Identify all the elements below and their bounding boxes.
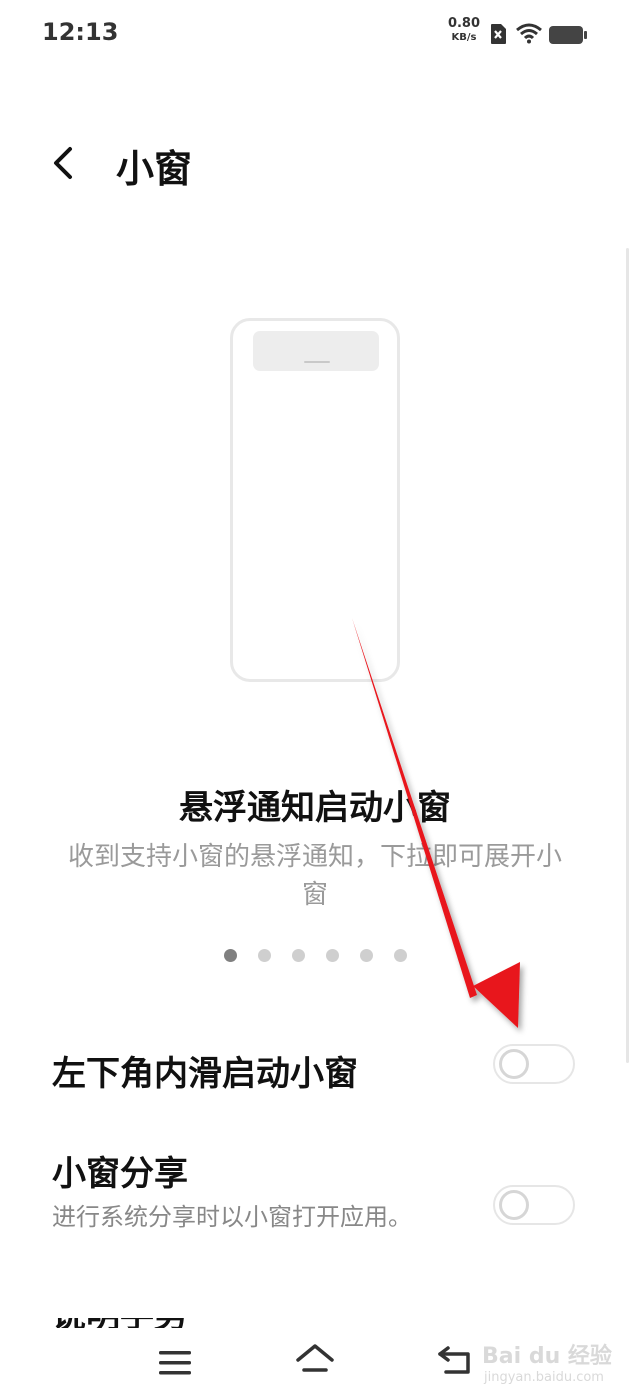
network-speed: 0.80 KB/s [444, 16, 484, 44]
feature-description: 收到支持小窗的悬浮通知，下拉即可展开小窗 [67, 842, 562, 910]
wifi-icon [516, 23, 542, 44]
network-speed-value: 0.80 [447, 16, 481, 31]
scrollbar[interactable] [626, 248, 629, 1063]
pager-dot[interactable] [224, 949, 237, 962]
pager-dot[interactable] [394, 949, 407, 962]
chevron-left-icon[interactable] [48, 145, 84, 181]
carousel-pager[interactable] [224, 949, 407, 963]
status-bar: 12:13 0.80 KB/s [0, 0, 630, 70]
status-time: 12:13 [42, 18, 119, 46]
setting-title-bottom-left-swipe: 左下角内滑启动小窗 [52, 1054, 358, 1094]
back-icon[interactable] [436, 1344, 474, 1378]
phone-illustration [230, 318, 400, 682]
watermark-url: jingyan.baidu.com [484, 1370, 604, 1385]
feature-title: 悬浮通知启动小窗 [179, 788, 451, 828]
battery-icon [549, 26, 587, 44]
toggle-knob [499, 1190, 529, 1220]
phone-frame [230, 318, 400, 682]
notification-card [253, 331, 379, 371]
sim-x-icon [491, 24, 506, 44]
toggle-knob [499, 1049, 529, 1079]
notification-handle [304, 361, 330, 363]
pager-dot[interactable] [258, 949, 271, 962]
toggle-window-share[interactable] [493, 1185, 575, 1225]
network-speed-unit: KB/s [451, 32, 477, 43]
pager-dot[interactable] [292, 949, 305, 962]
setting-title-window-share: 小窗分享 [52, 1154, 188, 1194]
pager-dot[interactable] [360, 949, 373, 962]
home-icon[interactable] [294, 1342, 336, 1378]
page-title: 小窗 [116, 147, 193, 191]
watermark-logo: Bai du 经验 [482, 1344, 612, 1369]
pager-dot[interactable] [326, 949, 339, 962]
setting-desc-window-share: 进行系统分享时以小窗打开应用。 [52, 1203, 412, 1231]
toggle-bottom-left-swipe[interactable] [493, 1044, 575, 1084]
menu-icon[interactable] [158, 1348, 192, 1378]
watermark: Bai du 经验 jingyan.baidu.com [482, 1330, 622, 1390]
